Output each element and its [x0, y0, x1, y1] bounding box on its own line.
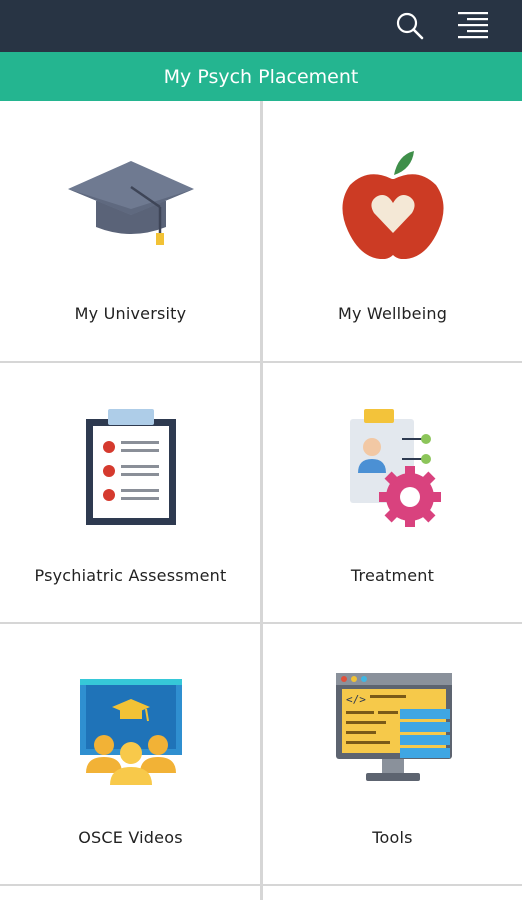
graduation-cap-icon	[67, 161, 194, 245]
tile-psychiatric-assessment[interactable]: Psychiatric Assessment	[0, 363, 261, 624]
grid-divider-horizontal	[0, 361, 522, 363]
search-icon[interactable]	[392, 8, 428, 44]
code-monitor-icon: </>	[335, 673, 452, 781]
grid-divider-horizontal	[0, 622, 522, 624]
tile-my-university[interactable]: My University	[0, 101, 261, 362]
tile-label: Tools	[372, 828, 413, 847]
tile-my-wellbeing[interactable]: My Wellbeing	[262, 101, 522, 362]
tile-label: My Wellbeing	[337, 304, 448, 323]
title-bar: My Psych Placement	[0, 52, 522, 101]
apple-heart-icon	[342, 151, 443, 259]
page-title: My Psych Placement	[163, 65, 359, 88]
tile-treatment[interactable]: Treatment	[262, 363, 522, 624]
svg-text:</>: </>	[346, 693, 366, 706]
top-app-bar	[0, 0, 522, 52]
grid-divider-vertical	[260, 101, 263, 900]
grid-divider-horizontal	[0, 884, 522, 886]
tile-label: My University	[74, 304, 187, 323]
video-class-icon	[79, 679, 182, 785]
tile-tools[interactable]: </> Tools	[262, 625, 522, 886]
treatment-gear-icon	[349, 409, 441, 527]
tile-label: Treatment	[350, 566, 435, 585]
tile-osce-videos[interactable]: OSCE Videos	[0, 625, 261, 886]
tile-label: Psychiatric Assessment	[34, 566, 227, 585]
tile-label: OSCE Videos	[78, 828, 183, 847]
menu-icon[interactable]	[454, 8, 490, 44]
clipboard-icon	[85, 409, 176, 525]
